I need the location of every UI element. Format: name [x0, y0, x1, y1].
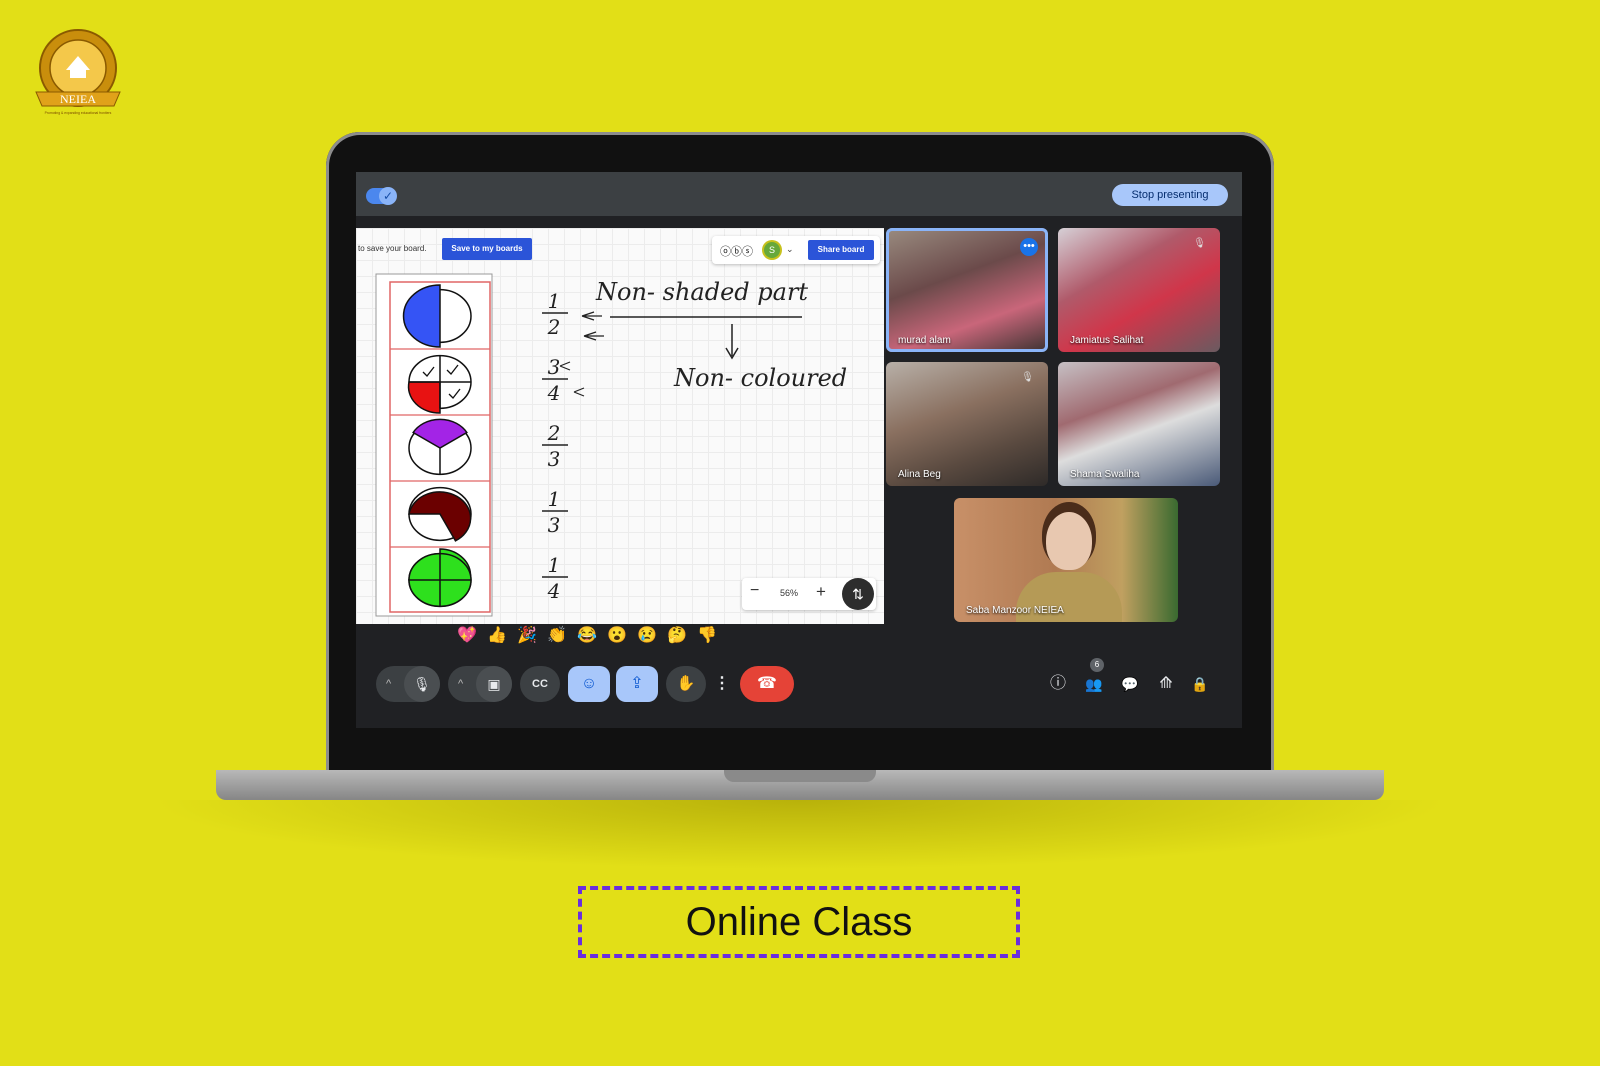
mic-off-icon: 🎙: [1021, 372, 1034, 383]
presenting-toggle[interactable]: ✓: [366, 187, 397, 205]
collaborators-icon: ⓞⓑⓢ: [720, 246, 753, 258]
present-button[interactable]: ⇪: [616, 666, 658, 702]
chevron-up-icon[interactable]: ^: [386, 666, 391, 702]
participant-tile[interactable]: 🎙 Alina Beg: [886, 362, 1048, 486]
reaction-thumbs-down-icon[interactable]: 👎: [692, 624, 722, 648]
captions-button[interactable]: CC: [520, 666, 560, 702]
top-strip: ✓ Stop presenting: [356, 172, 1242, 216]
fraction-denominator: 3: [548, 447, 561, 471]
participant-tile[interactable]: Saba Manzoor NEIEA: [954, 498, 1178, 622]
participant-name: Saba Manzoor NEIEA: [966, 605, 1064, 616]
arrow-icon: [559, 361, 571, 371]
reaction-bar: 💖 👍 🎉 👏 😂 😮 😢 🤔 👎: [452, 624, 724, 648]
fraction-denominator: 4: [547, 381, 561, 405]
fraction-numerator: 1: [548, 553, 561, 577]
reaction-laugh-icon[interactable]: 😂: [572, 624, 602, 648]
mic-off-icon: 🎙: [1193, 238, 1206, 249]
chevron-up-icon[interactable]: ^: [458, 666, 463, 702]
handwritten-subtitle: Non- coloured: [673, 364, 847, 392]
zoom-control: − 56% + ⇅: [742, 578, 876, 610]
arrow-icon: [583, 331, 604, 341]
check-icon: ✓: [379, 187, 397, 205]
logo-tagline: Promoting & expanding educational fronti…: [45, 111, 112, 115]
reaction-clap-icon[interactable]: 👏: [542, 624, 572, 648]
avatar[interactable]: S: [764, 242, 780, 258]
fraction-numerator: 1: [548, 487, 561, 511]
reaction-heart-icon[interactable]: 💖: [452, 624, 482, 648]
handwritten-title: Non- shaded part: [595, 278, 808, 306]
fraction-numerator: 2: [547, 421, 561, 445]
neiea-logo: NEIEA Promoting & expanding educational …: [35, 29, 121, 115]
stop-presenting-button[interactable]: Stop presenting: [1112, 184, 1228, 206]
reaction-sad-icon[interactable]: 😢: [632, 624, 662, 648]
save-hint: to save your board.: [358, 244, 427, 253]
reaction-thumbs-up-icon[interactable]: 👍: [482, 624, 512, 648]
arrow-icon: [573, 387, 585, 397]
meet-screen: ✓ Stop presenting 1234231314 Non- shaded…: [356, 172, 1242, 728]
participant-name: Jamiatus Salihat: [1070, 335, 1144, 346]
emoji-button[interactable]: ☺: [568, 666, 610, 702]
laptop-notch: [724, 770, 876, 782]
fraction-denominator: 4: [547, 579, 561, 603]
arrow-icon: [581, 311, 602, 321]
activities-icon[interactable]: ⟰: [1152, 672, 1180, 696]
logo-text: NEIEA: [60, 92, 96, 106]
board-toolbar: ⓞⓑⓢ S ⌄ Share board: [712, 236, 880, 264]
reaction-party-icon[interactable]: 🎉: [512, 624, 542, 648]
caption-box: Online Class: [578, 886, 1020, 958]
zoom-out-button[interactable]: −: [750, 582, 759, 600]
chevron-down-icon[interactable]: ⌄: [786, 244, 794, 255]
reaction-surprised-icon[interactable]: 😮: [602, 624, 632, 648]
participant-name: Alina Beg: [898, 469, 941, 480]
more-options-icon[interactable]: •••: [1020, 238, 1038, 256]
caption-title: Online Class: [685, 900, 913, 944]
share-board-button[interactable]: Share board: [808, 240, 874, 260]
camera-icon[interactable]: ▣: [476, 666, 512, 702]
whiteboard-drawing: 1234231314 Non- shaded part Non- coloure…: [375, 273, 847, 617]
fraction-denominator: 2: [547, 315, 561, 339]
more-options-button[interactable]: ⋮: [712, 666, 732, 702]
fit-view-button[interactable]: ⇅: [842, 578, 874, 610]
participant-tile[interactable]: Shama Swaliha: [1058, 362, 1220, 486]
participant-tile[interactable]: ••• murad alam: [886, 228, 1048, 352]
avatar: [1046, 512, 1092, 570]
people-count-badge: 6: [1090, 658, 1104, 672]
zoom-level: 56%: [780, 588, 799, 598]
info-icon[interactable]: ⓘ: [1044, 672, 1072, 696]
fraction-numerator: 1: [548, 289, 561, 313]
raise-hand-button[interactable]: ✋: [666, 666, 706, 702]
fraction-numerator: 3: [548, 355, 561, 379]
zoom-in-button[interactable]: +: [816, 582, 826, 602]
mic-control: ^ 🎙: [376, 666, 440, 702]
save-to-boards-button[interactable]: Save to my boards: [442, 238, 532, 260]
participant-name: murad alam: [898, 335, 951, 346]
end-call-button[interactable]: ☎: [740, 666, 794, 702]
participant-name: Shama Swaliha: [1070, 469, 1140, 480]
host-controls-icon[interactable]: 🔒: [1186, 672, 1214, 696]
fraction-denominator: 3: [548, 513, 561, 537]
participant-tile[interactable]: 🎙 Jamiatus Salihat: [1058, 228, 1220, 352]
people-icon[interactable]: 👥: [1080, 672, 1108, 696]
laptop-shadow: [150, 800, 1450, 870]
mic-icon[interactable]: 🎙: [404, 666, 440, 702]
chat-icon[interactable]: 💬: [1116, 672, 1144, 696]
camera-control: ^ ▣: [448, 666, 512, 702]
whiteboard[interactable]: 1234231314 Non- shaded part Non- coloure…: [356, 228, 884, 624]
reaction-thinking-icon[interactable]: 🤔: [662, 624, 692, 648]
